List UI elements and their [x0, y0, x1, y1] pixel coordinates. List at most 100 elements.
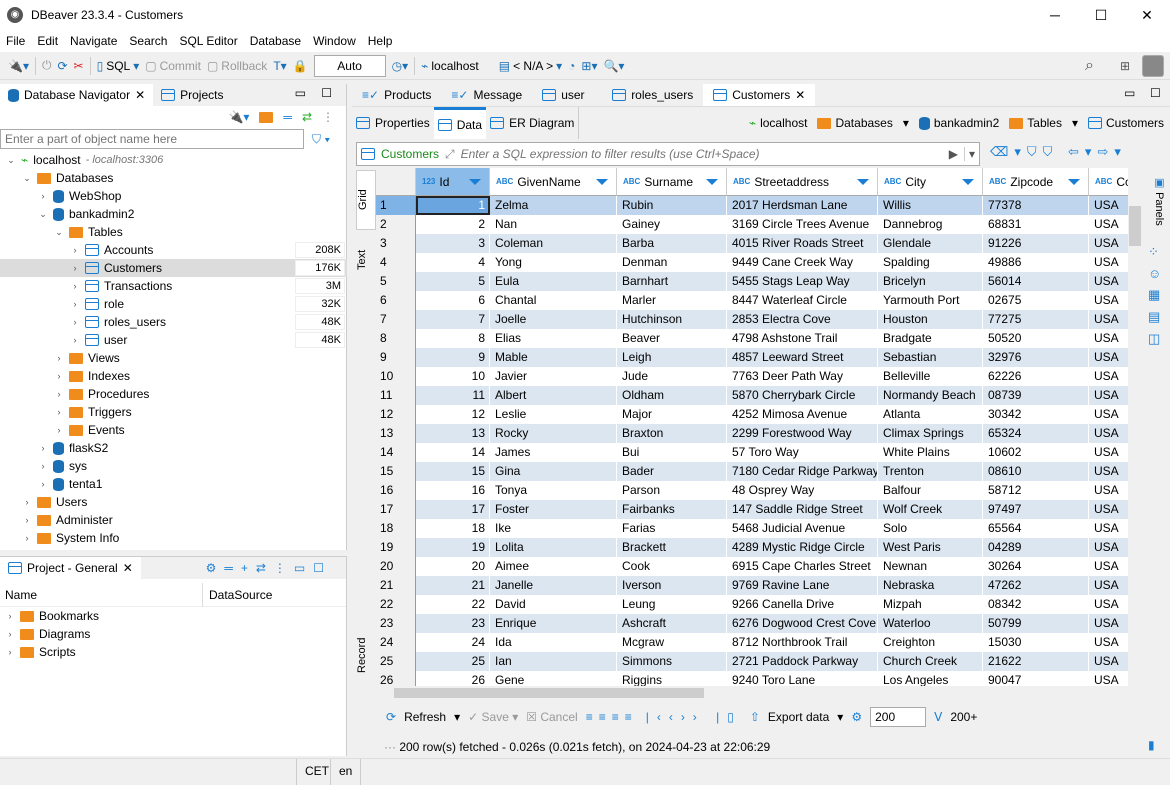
sort-filter-icon[interactable]: [596, 179, 608, 185]
cell-zipcode[interactable]: 65564: [983, 519, 1089, 538]
table-row[interactable]: 15 15 Gina Bader 7180 Cedar Ridge Parkway Tre…: [376, 462, 1128, 481]
cell-id[interactable]: 2: [416, 215, 490, 234]
commit-button[interactable]: ▢ Commit: [145, 59, 201, 73]
cell-city[interactable]: Church Creek: [878, 652, 983, 671]
cell-co[interactable]: USA: [1089, 234, 1128, 253]
table-row[interactable]: 24 24 Ida Mcgraw 8712 Northbrook Trail Creigh…: [376, 633, 1128, 652]
cell-city[interactable]: Dannebrog: [878, 215, 983, 234]
tree-item[interactable]: › Accounts 208K: [0, 241, 347, 259]
sql-filter-input[interactable]: [460, 147, 943, 161]
cell-co[interactable]: USA: [1089, 519, 1128, 538]
row-number[interactable]: 17: [376, 500, 416, 519]
sort-filter-icon[interactable]: [962, 179, 974, 185]
cell-co[interactable]: USA: [1089, 424, 1128, 443]
cell-givenname[interactable]: Chantal: [490, 291, 617, 310]
cell-givenname[interactable]: David: [490, 595, 617, 614]
cell-city[interactable]: Trenton: [878, 462, 983, 481]
cell-givenname[interactable]: Yong: [490, 253, 617, 272]
chevron-right-icon[interactable]: ›: [22, 497, 32, 507]
dashboard-icon[interactable]: ◔: [568, 59, 575, 73]
cell-givenname[interactable]: Aimee: [490, 557, 617, 576]
cell-surname[interactable]: Denman: [617, 253, 727, 272]
vertical-scrollbar[interactable]: [1128, 196, 1142, 686]
disconnect-all-icon[interactable]: ✂: [74, 59, 84, 73]
chevron-right-icon[interactable]: ›: [5, 611, 15, 621]
cell-id[interactable]: 16: [416, 481, 490, 500]
tab-project-general[interactable]: Project - General ✕: [0, 557, 141, 579]
filter-history-icon[interactable]: ▾: [963, 147, 979, 161]
table-row[interactable]: 21 21 Janelle Iverson 9769 Ravine Lane Nebras…: [376, 576, 1128, 595]
expand-icon[interactable]: ⤢: [445, 147, 455, 162]
chevron-right-icon[interactable]: ›: [38, 479, 48, 489]
table-row[interactable]: 9 9 Mable Leigh 4857 Leeward Street Sebastian…: [376, 348, 1128, 367]
cell-co[interactable]: USA: [1089, 196, 1128, 215]
table-row[interactable]: 19 19 Lolita Brackett 4289 Mystic Ridge Circ…: [376, 538, 1128, 557]
search-icon[interactable]: 🔍▾: [603, 59, 624, 73]
cell-city[interactable]: Waterloo: [878, 614, 983, 633]
cell-zipcode[interactable]: 32976: [983, 348, 1089, 367]
cell-givenname[interactable]: Coleman: [490, 234, 617, 253]
table-row[interactable]: 20 20 Aimee Cook 6915 Cape Charles Street New…: [376, 557, 1128, 576]
cell-surname[interactable]: Braxton: [617, 424, 727, 443]
chevron-down-icon[interactable]: ▾: [1072, 116, 1078, 130]
sort-filter-icon[interactable]: [857, 179, 869, 185]
row-number[interactable]: 9: [376, 348, 416, 367]
table-row[interactable]: 26 26 Gene Riggins 9240 Toro Lane Los Angeles…: [376, 671, 1128, 686]
table-row[interactable]: 17 17 Foster Fairbanks 147 Saddle Ridge Stre…: [376, 500, 1128, 519]
table-row[interactable]: 22 22 David Leung 9266 Canella Drive Mizpah 08…: [376, 595, 1128, 614]
cell-city[interactable]: Balfour: [878, 481, 983, 500]
cell-givenname[interactable]: Lolita: [490, 538, 617, 557]
row-number[interactable]: 14: [376, 443, 416, 462]
menu-edit[interactable]: Edit: [31, 34, 64, 48]
cell-givenname[interactable]: Albert: [490, 386, 617, 405]
cell-id[interactable]: 1: [416, 196, 490, 215]
cell-streetaddress[interactable]: 4798 Ashstone Trail: [727, 329, 878, 348]
cell-surname[interactable]: Farias: [617, 519, 727, 538]
tree-item[interactable]: › Customers 176K: [0, 259, 347, 277]
cell-surname[interactable]: Cook: [617, 557, 727, 576]
cell-id[interactable]: 19: [416, 538, 490, 557]
row-number[interactable]: 2: [376, 215, 416, 234]
minimize-editor-icon[interactable]: ▭: [1124, 86, 1135, 100]
save-button[interactable]: ✓ Save ▾: [468, 710, 518, 724]
row-number[interactable]: 15: [376, 462, 416, 481]
close-icon[interactable]: ✕: [795, 88, 805, 102]
row-number[interactable]: 24: [376, 633, 416, 652]
subtab-data[interactable]: Data: [433, 107, 487, 139]
cell-zipcode[interactable]: 90047: [983, 671, 1089, 686]
breadcrumb-localhost[interactable]: ⌁ localhost: [749, 116, 808, 130]
chevron-right-icon[interactable]: ›: [22, 515, 32, 525]
table-row[interactable]: 1 1 Zelma Rubin 2017 Herdsman Lane Willis 7737…: [376, 196, 1128, 215]
cell-surname[interactable]: Gainey: [617, 215, 727, 234]
cell-zipcode[interactable]: 62226: [983, 367, 1089, 386]
subtab-properties[interactable]: Properties: [352, 107, 434, 139]
cell-city[interactable]: Wolf Creek: [878, 500, 983, 519]
chevron-right-icon[interactable]: ›: [5, 629, 15, 639]
table-row[interactable]: 5 5 Eula Barnhart 5455 Stags Leap Way Bricely…: [376, 272, 1128, 291]
table-row[interactable]: 7 7 Joelle Hutchinson 2853 Electra Cove Houst…: [376, 310, 1128, 329]
cell-streetaddress[interactable]: 6276 Dogwood Crest Cove: [727, 614, 878, 633]
cell-city[interactable]: Willis: [878, 196, 983, 215]
table-row[interactable]: 2 2 Nan Gainey 3169 Circle Trees Avenue Danne…: [376, 215, 1128, 234]
cell-surname[interactable]: Mcgraw: [617, 633, 727, 652]
cell-givenname[interactable]: Ike: [490, 519, 617, 538]
cell-streetaddress[interactable]: 6915 Cape Charles Street: [727, 557, 878, 576]
maximize-editor-icon[interactable]: ☐: [1150, 86, 1161, 100]
cell-streetaddress[interactable]: 3169 Circle Trees Avenue: [727, 215, 878, 234]
fetch-more-button[interactable]: 200+: [950, 710, 977, 724]
cell-zipcode[interactable]: 77378: [983, 196, 1089, 215]
subtab-er-diagram[interactable]: ER Diagram: [486, 107, 580, 139]
table-row[interactable]: 8 8 Elias Beaver 4798 Ashstone Trail Bradgate…: [376, 329, 1128, 348]
cell-zipcode[interactable]: 77275: [983, 310, 1089, 329]
chevron-right-icon[interactable]: ›: [54, 425, 64, 435]
cell-givenname[interactable]: Elias: [490, 329, 617, 348]
link-with-editor-icon[interactable]: ⇄: [302, 110, 312, 124]
tree-item[interactable]: › Procedures: [0, 385, 347, 403]
cell-surname[interactable]: Fairbanks: [617, 500, 727, 519]
cell-surname[interactable]: Bader: [617, 462, 727, 481]
table-row[interactable]: 18 18 Ike Farias 5468 Judicial Avenue Solo 655…: [376, 519, 1128, 538]
maximize-button[interactable]: ☐: [1078, 0, 1124, 30]
refresh-button[interactable]: Refresh: [404, 710, 446, 724]
breadcrumb-bankadmin2[interactable]: bankadmin2: [918, 116, 999, 130]
tree-item[interactable]: ⌄ Tables: [0, 223, 347, 241]
